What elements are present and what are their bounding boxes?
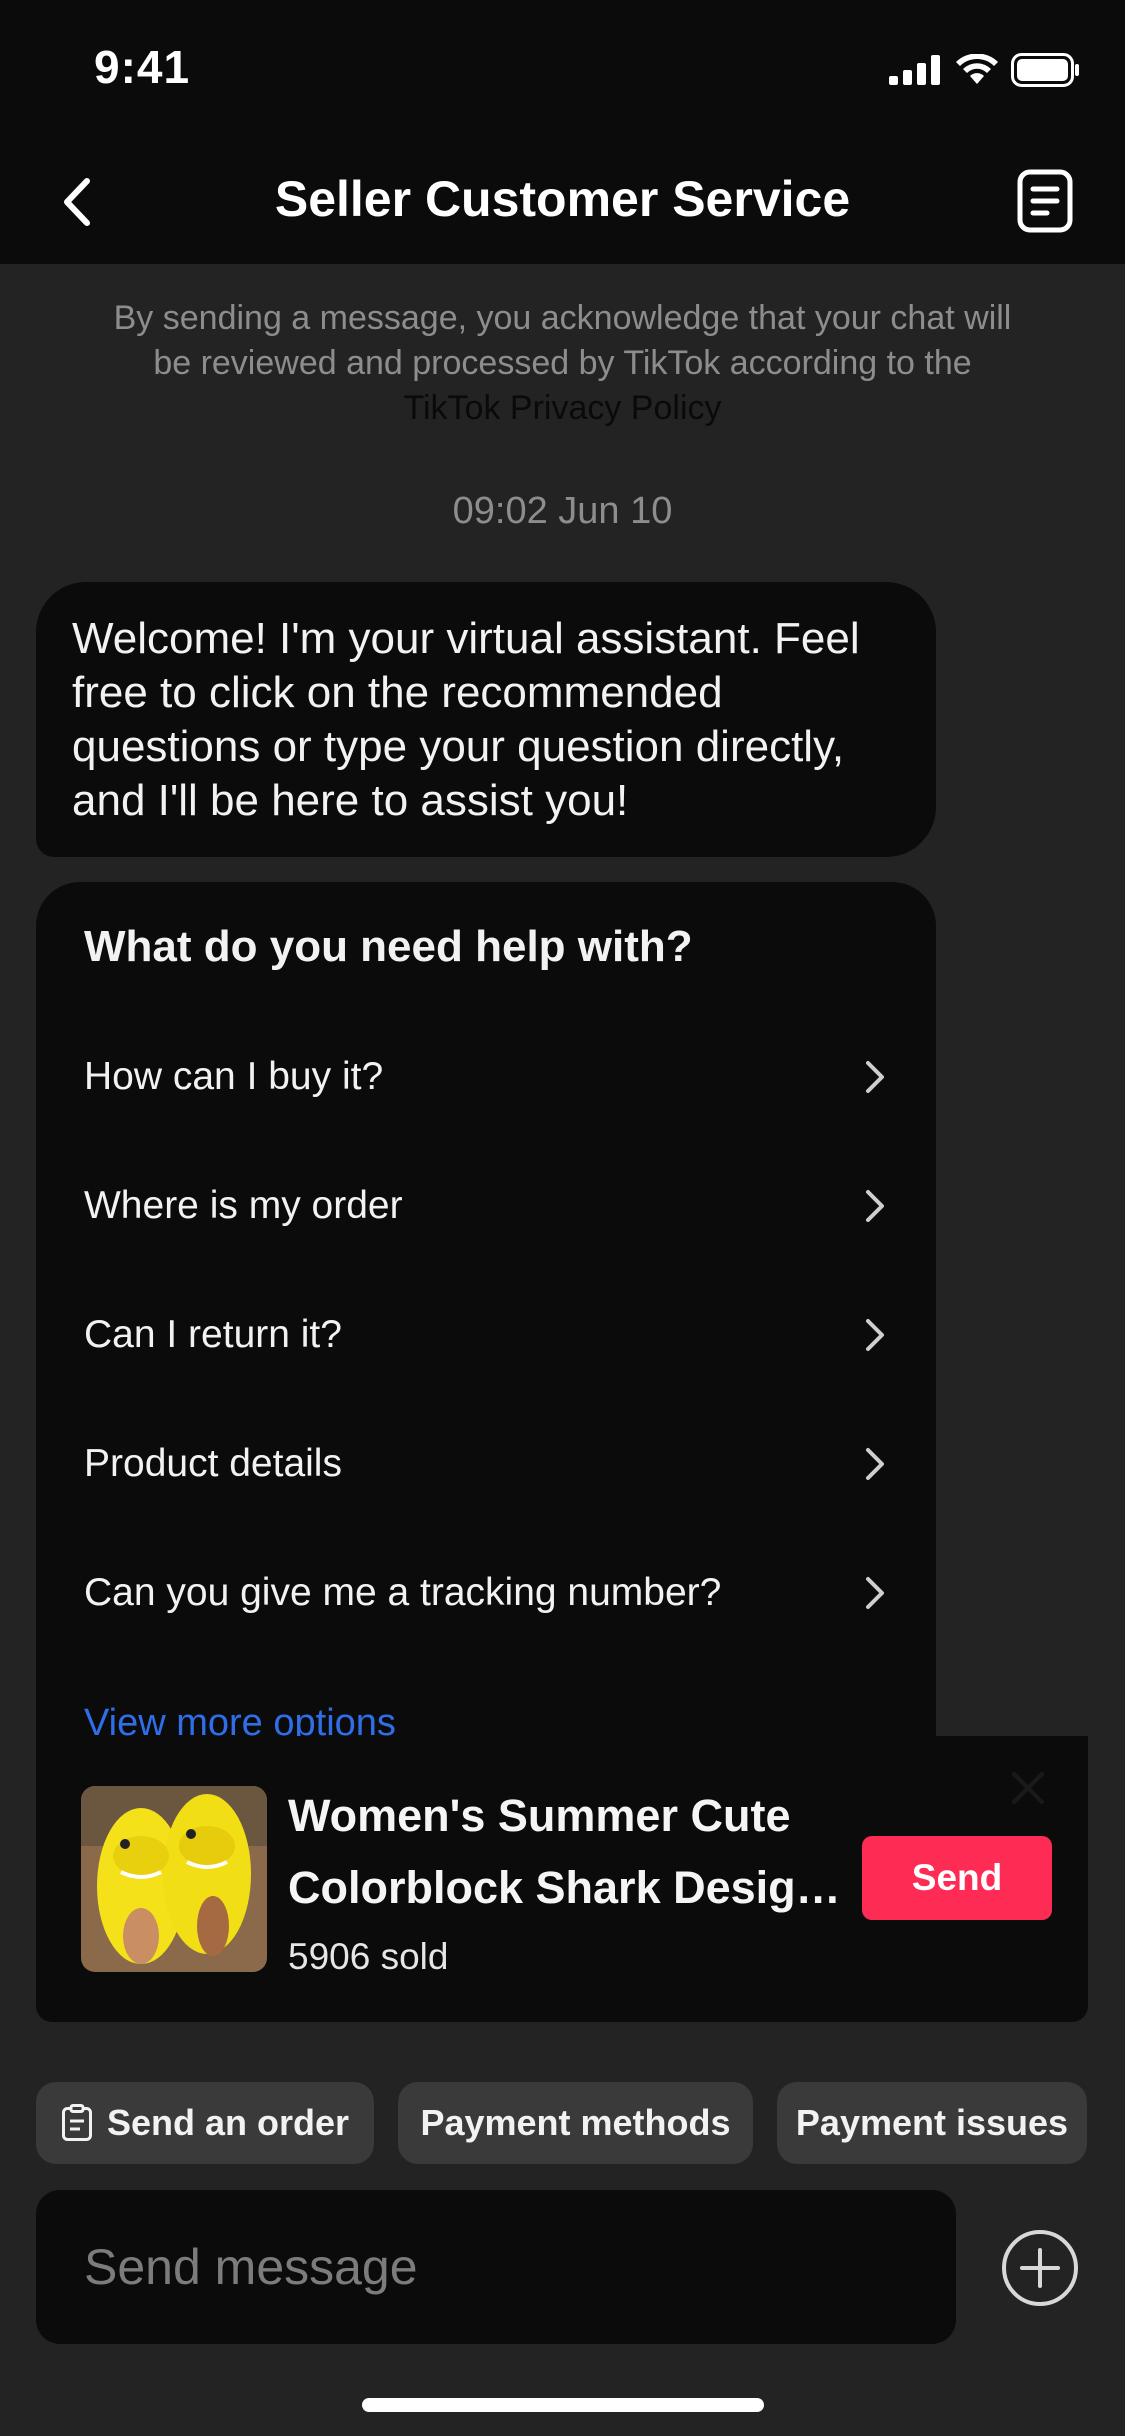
view-more-options-link[interactable]: View more options	[84, 1702, 396, 1736]
help-item[interactable]: Where is my order	[36, 1146, 936, 1266]
help-item[interactable]: Can you give me a tracking number?	[36, 1533, 936, 1653]
chevron-right-icon	[866, 1319, 884, 1351]
welcome-message-bubble: Welcome! I'm your virtual assistant. Fee…	[36, 582, 936, 857]
message-input-placeholder: Send message	[84, 2239, 418, 2295]
chevron-right-icon	[866, 1448, 884, 1480]
product-sold-count: 5906 sold	[288, 1936, 449, 1977]
product-image[interactable]	[81, 1786, 267, 1972]
document-icon	[1017, 169, 1073, 233]
page-title: Seller Customer Service	[274, 171, 851, 227]
help-title: What do you need help with?	[84, 922, 693, 971]
payment-methods-chip[interactable]: Payment methods	[398, 2082, 753, 2164]
product-title[interactable]: Women's Summer Cute Colorblock Shark Des…	[288, 1780, 858, 1924]
product-title-line-2: Colorblock Shark Design…	[288, 1862, 858, 1913]
chevron-right-icon	[866, 1061, 884, 1093]
help-item[interactable]: Can I return it?	[36, 1275, 936, 1395]
product-card: Women's Summer Cute Colorblock Shark Des…	[36, 1736, 1088, 2022]
product-title-line-1: Women's Summer Cute	[288, 1790, 791, 1841]
privacy-policy-link[interactable]: TikTok Privacy Policy	[403, 389, 721, 427]
home-indicator	[362, 2398, 764, 2412]
help-item-label: How can I buy it?	[84, 1055, 384, 1098]
message-timestamp: 09:02 Jun 10	[452, 490, 673, 532]
add-attachment-button[interactable]	[1000, 2228, 1080, 2308]
help-item-label: Can you give me a tracking number?	[84, 1571, 722, 1614]
chevron-right-icon	[866, 1577, 884, 1609]
status-bar: 9:41	[0, 0, 1125, 140]
help-item-label: Where is my order	[84, 1184, 403, 1227]
chip-label: Send an order	[106, 2102, 350, 2143]
send-product-button[interactable]: Send	[862, 1836, 1052, 1920]
message-input[interactable]: Send message	[36, 2190, 956, 2344]
help-item[interactable]: Product details	[36, 1404, 936, 1524]
battery-icon	[1011, 53, 1079, 87]
chip-label: Payment methods	[420, 2102, 731, 2143]
close-icon[interactable]	[1006, 1766, 1050, 1810]
privacy-notice: By sending a message, you acknowledge th…	[110, 296, 1015, 431]
send-order-chip[interactable]: Send an order	[36, 2082, 374, 2164]
help-item-label: Product details	[84, 1442, 342, 1485]
order-details-button[interactable]	[1007, 158, 1083, 244]
chip-label: Payment issues	[795, 2102, 1069, 2143]
help-card: What do you need help with? How can I bu…	[36, 882, 936, 1736]
status-time: 9:41	[94, 41, 191, 93]
help-item[interactable]: How can I buy it?	[36, 1017, 936, 1137]
status-icons	[889, 50, 1081, 90]
wifi-icon	[956, 54, 998, 84]
nav-bar: Seller Customer Service	[0, 140, 1125, 264]
privacy-notice-text: By sending a message, you acknowledge th…	[113, 299, 1012, 382]
help-item-label: Can I return it?	[84, 1313, 342, 1356]
chevron-right-icon	[866, 1190, 884, 1222]
clipboard-icon	[61, 2104, 92, 2141]
cellular-signal-icon	[889, 55, 940, 85]
payment-issues-chip[interactable]: Payment issues	[777, 2082, 1087, 2164]
